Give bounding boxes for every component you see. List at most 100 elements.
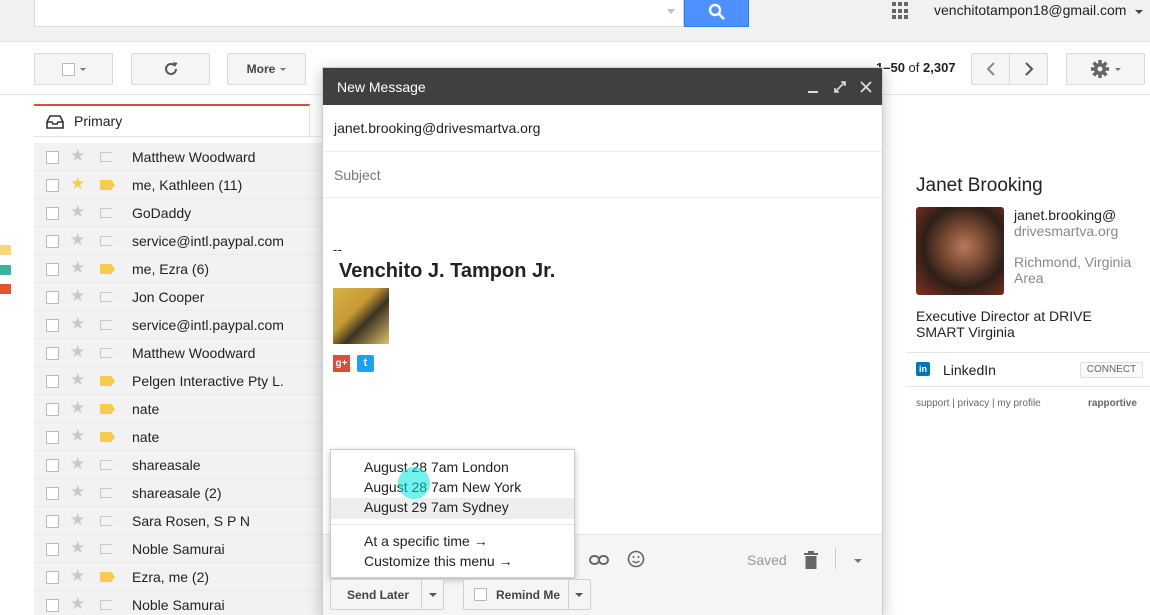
importance-marker-icon[interactable] (100, 600, 115, 610)
row-checkbox[interactable] (46, 487, 59, 500)
send-later-button[interactable]: Send Later (330, 579, 444, 610)
importance-marker-icon[interactable] (100, 264, 115, 274)
email-row[interactable]: ★ Sara Rosen, S P N (34, 507, 324, 535)
email-row[interactable]: ★ service@intl.paypal.com (34, 227, 324, 255)
menu-option-new-york[interactable]: August 28 7am New York (331, 478, 574, 499)
newer-button[interactable] (971, 53, 1010, 85)
email-row[interactable]: ★ GoDaddy (34, 199, 324, 227)
menu-option-london[interactable]: August 28 7am London (331, 458, 574, 479)
older-button[interactable] (1009, 53, 1048, 85)
row-checkbox[interactable] (46, 515, 59, 528)
link-icon[interactable] (589, 554, 609, 566)
importance-marker-icon[interactable] (100, 208, 115, 218)
search-options-caret[interactable] (667, 9, 675, 14)
importance-marker-icon[interactable] (100, 320, 115, 330)
star-icon[interactable]: ★ (70, 399, 85, 417)
email-row[interactable]: ★ me, Ezra (6) (34, 255, 324, 283)
star-icon[interactable]: ★ (70, 343, 85, 361)
emoji-icon[interactable] (627, 550, 645, 568)
menu-option-sydney[interactable]: August 29 7am Sydney (331, 498, 574, 519)
email-row[interactable]: ★ Jon Cooper (34, 283, 324, 311)
star-icon[interactable]: ★ (70, 511, 85, 529)
search-input[interactable] (34, 0, 684, 27)
twitter-icon[interactable]: t (357, 355, 374, 372)
star-icon[interactable]: ★ (70, 287, 85, 305)
compose-header[interactable]: New Message (323, 68, 882, 105)
label-swatch-yellow[interactable] (0, 245, 11, 255)
row-checkbox[interactable] (46, 543, 59, 556)
star-icon[interactable]: ★ (70, 147, 85, 165)
email-row[interactable]: ★ Matthew Woodward (34, 143, 324, 171)
menu-option-customize[interactable]: Customize this menu → (331, 552, 574, 573)
row-checkbox[interactable] (46, 263, 59, 276)
account-caret-icon[interactable] (1135, 10, 1143, 14)
importance-marker-icon[interactable] (100, 376, 115, 386)
row-checkbox[interactable] (46, 599, 59, 612)
contact-email-line1[interactable]: janet.brooking@ (1014, 207, 1116, 223)
importance-marker-icon[interactable] (100, 292, 115, 302)
send-later-caret-icon[interactable] (429, 593, 437, 597)
row-checkbox[interactable] (46, 319, 59, 332)
row-checkbox[interactable] (46, 179, 59, 192)
row-checkbox[interactable] (46, 347, 59, 360)
remind-me-button[interactable]: Remind Me (463, 579, 591, 610)
contact-email-line2[interactable]: drivesmartva.org (1014, 223, 1118, 239)
star-icon[interactable]: ★ (70, 567, 85, 585)
email-row[interactable]: ★ Pelgen Interactive Pty L. (34, 367, 324, 395)
connect-button[interactable]: CONNECT (1080, 362, 1143, 378)
email-row[interactable]: ★ shareasale (34, 451, 324, 479)
star-icon[interactable]: ★ (70, 231, 85, 249)
row-checkbox[interactable] (46, 459, 59, 472)
importance-marker-icon[interactable] (100, 516, 115, 526)
linkedin-label[interactable]: LinkedIn (943, 362, 996, 378)
email-row[interactable]: ★ Noble Samurai (34, 535, 324, 563)
minimize-icon[interactable] (807, 82, 819, 94)
star-icon[interactable]: ★ (70, 483, 85, 501)
importance-marker-icon[interactable] (100, 404, 115, 414)
rapportive-brand[interactable]: rapportive (1088, 398, 1137, 409)
menu-option-specific-time[interactable]: At a specific time → (331, 532, 574, 553)
search-button[interactable] (684, 0, 749, 27)
email-row[interactable]: ★ Matthew Woodward (34, 339, 324, 367)
row-checkbox[interactable] (46, 375, 59, 388)
linkedin-icon[interactable]: in (916, 362, 930, 376)
row-checkbox[interactable] (46, 151, 59, 164)
importance-marker-icon[interactable] (100, 348, 115, 358)
star-icon[interactable]: ★ (70, 175, 85, 193)
email-row[interactable]: ★ me, Kathleen (11) (34, 171, 324, 199)
remind-me-checkbox[interactable] (474, 588, 487, 601)
importance-marker-icon[interactable] (100, 572, 115, 582)
star-icon[interactable]: ★ (70, 455, 85, 473)
importance-marker-icon[interactable] (100, 432, 115, 442)
email-row[interactable]: ★ Noble Samurai (34, 591, 324, 615)
importance-marker-icon[interactable] (100, 544, 115, 554)
my-profile-link[interactable]: my profile (997, 398, 1040, 409)
trash-icon[interactable] (804, 551, 818, 569)
row-checkbox[interactable] (46, 291, 59, 304)
settings-button[interactable] (1066, 53, 1145, 85)
star-icon[interactable]: ★ (70, 595, 85, 613)
google-plus-icon[interactable]: g+ (333, 355, 350, 372)
more-options-caret-icon[interactable] (854, 559, 862, 563)
email-row[interactable]: ★ nate (34, 423, 324, 451)
row-checkbox[interactable] (46, 403, 59, 416)
star-icon[interactable]: ★ (70, 427, 85, 445)
close-icon[interactable] (860, 81, 872, 93)
star-icon[interactable]: ★ (70, 315, 85, 333)
tab-primary[interactable]: Primary (34, 104, 310, 136)
to-field[interactable]: janet.brooking@drivesmartva.org (323, 106, 882, 152)
more-button[interactable]: More (227, 53, 306, 85)
select-checkbox-button[interactable] (34, 53, 113, 85)
star-icon[interactable]: ★ (70, 539, 85, 557)
to-recipient[interactable]: janet.brooking@drivesmartva.org (334, 120, 540, 136)
apps-grid-icon[interactable] (892, 2, 910, 20)
star-icon[interactable]: ★ (70, 371, 85, 389)
privacy-link[interactable]: privacy (958, 398, 990, 409)
email-row[interactable]: ★ service@intl.paypal.com (34, 311, 324, 339)
importance-marker-icon[interactable] (100, 236, 115, 246)
importance-marker-icon[interactable] (100, 180, 115, 190)
select-checkbox[interactable] (61, 62, 75, 76)
expand-icon[interactable] (834, 81, 846, 93)
support-link[interactable]: support (916, 398, 949, 409)
refresh-button[interactable] (131, 53, 210, 85)
